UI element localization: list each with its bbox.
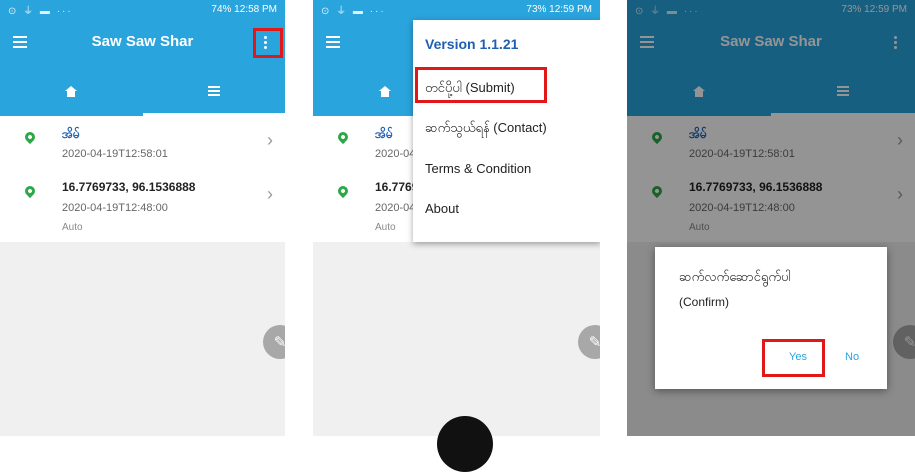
empty-area — [313, 242, 600, 436]
record-mode: Auto — [375, 222, 396, 233]
list-icon — [207, 86, 220, 96]
record-timestamp: 2020-04-19T12:58:01 — [62, 148, 168, 160]
location-pin-icon — [335, 129, 351, 145]
status-icons: ⊙ ⏚ ▬ ··· — [321, 5, 386, 17]
dialog-message: ဆက်လက်ဆောင်ရွက်ပါ — [679, 269, 791, 284]
tab-bar — [0, 66, 285, 116]
highlight-box-yes — [762, 339, 825, 377]
location-pin-icon — [22, 129, 38, 145]
menu-version: Version 1.1.21 — [425, 36, 519, 52]
touch-indicator — [437, 416, 493, 472]
list-item[interactable]: အိမ် 2020-04-19T12:58:01 › — [0, 116, 285, 170]
status-bar: ⊙ ⏚ ▬ ··· 73% 12:59 PM — [313, 0, 600, 18]
status-icons: ⊙ ⏚ ▬ ··· — [8, 5, 73, 17]
status-battery-time: 74% 12:58 PM — [211, 3, 277, 15]
hamburger-menu-icon[interactable] — [321, 31, 345, 53]
chevron-right-icon: › — [267, 184, 273, 204]
confirm-dialog: ဆက်လက်ဆောင်ရွက်ပါ (Confirm) Yes No — [655, 247, 887, 389]
screen-menu-open: ⊙ ⏚ ▬ ··· 73% 12:59 PM အိမ် 2020-04-19T1… — [313, 0, 600, 436]
status-battery-time: 73% 12:59 PM — [526, 3, 592, 15]
overflow-menu-popup: Version 1.1.21 တင်ပို့ပါ (Submit) ဆက်သွယ… — [413, 20, 600, 242]
app-bar: Saw Saw Shar — [0, 18, 285, 66]
highlight-box-menu — [253, 28, 283, 58]
record-title: အိမ် — [375, 127, 393, 141]
app-title: Saw Saw Shar — [91, 33, 194, 50]
menu-item-terms[interactable]: Terms & Condition — [425, 161, 531, 176]
list-item[interactable]: 16.7769733, 96.1536888 2020-04-19T12:48:… — [0, 170, 285, 242]
status-bar: ⊙ ⏚ ▬ ··· 74% 12:58 PM — [0, 0, 285, 18]
home-icon — [65, 85, 78, 97]
record-timestamp: 2020-04-19T12:48:00 — [62, 202, 168, 214]
highlight-box-submit — [415, 67, 547, 103]
empty-area — [0, 242, 285, 436]
record-title: အိမ် — [62, 127, 80, 141]
location-pin-icon — [22, 183, 38, 199]
location-pin-icon — [335, 183, 351, 199]
no-button[interactable]: No — [845, 351, 859, 363]
record-mode: Auto — [62, 222, 83, 233]
record-list: အိမ် 2020-04-19T12:58:01 › 16.7769733, 9… — [0, 116, 285, 242]
tab-list[interactable] — [143, 66, 286, 116]
record-title: 16.7769733, 96.1536888 — [62, 180, 196, 194]
dialog-subtitle: (Confirm) — [679, 295, 729, 309]
chevron-right-icon: › — [267, 130, 273, 150]
home-icon — [378, 85, 391, 97]
screen-confirm: ⊙ ⏚ ▬ ··· 73% 12:59 PM Saw Saw Shar အိမ်… — [627, 0, 915, 436]
tab-home[interactable] — [0, 66, 143, 116]
screen-list: ⊙ ⏚ ▬ ··· 74% 12:58 PM Saw Saw Shar အိမ်… — [0, 0, 285, 436]
menu-item-contact[interactable]: ဆက်သွယ်ရန် (Contact) — [425, 120, 547, 139]
menu-item-about[interactable]: About — [425, 201, 459, 216]
